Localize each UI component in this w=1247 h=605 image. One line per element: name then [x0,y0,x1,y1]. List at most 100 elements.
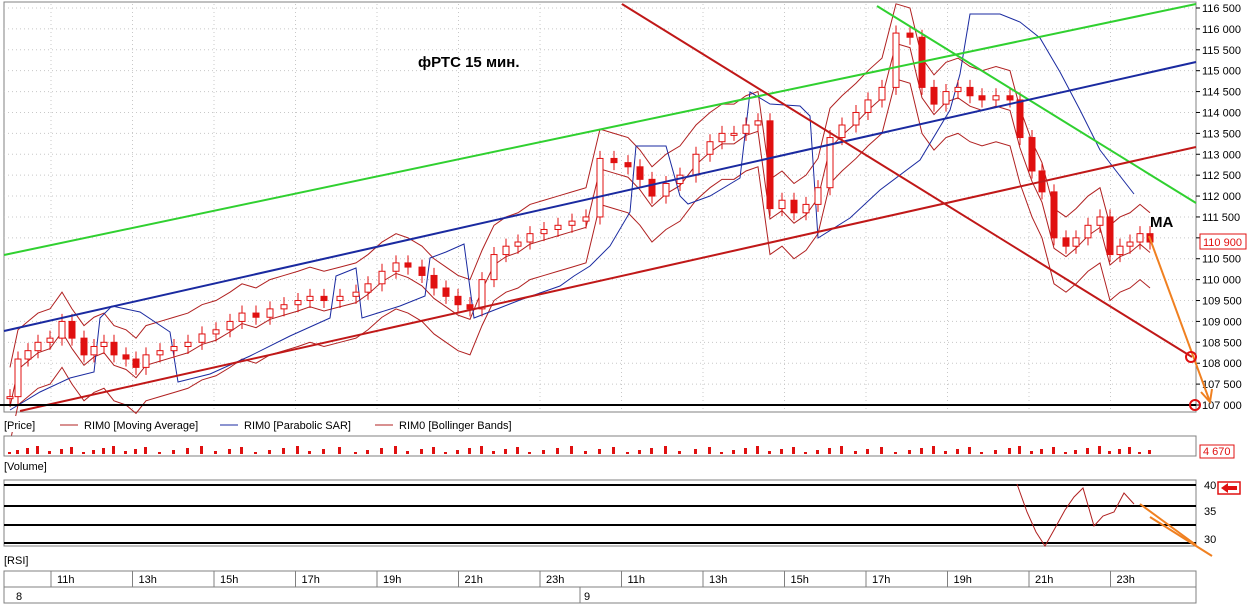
hour-label: 21h [465,574,483,586]
candle-body [24,350,32,360]
candle-body [864,99,872,113]
volume-bar [394,446,397,454]
candle-body [706,141,714,155]
candle-body [80,337,88,356]
volume-bar [60,449,63,454]
volume-bar [980,452,983,454]
candle-body [1050,191,1058,239]
candle-body [122,354,130,360]
volume-bar [1064,452,1067,454]
candle-body [992,95,1000,101]
rsi-tick-35: 35 [1204,506,1216,518]
candle-body [1028,137,1036,172]
hour-label: 15h [220,574,238,586]
volume-bar [542,450,545,454]
volume-bar [1148,450,1151,454]
candle-body [1084,224,1092,239]
hour-label: 23h [546,574,564,586]
candle-body [294,300,302,306]
candle-body [582,216,590,222]
candle-body [954,86,962,93]
volume-bar [16,450,19,454]
candle-body [718,132,726,143]
volume-bar [82,452,85,454]
candle-body [930,86,938,105]
candle-body [212,329,220,335]
day-axis [3,586,1197,604]
volume-bar [1098,446,1101,454]
candle-body [280,304,288,310]
volume-bar [638,450,641,454]
candle-body [802,203,810,214]
volume-label: [Volume] [4,461,47,473]
price-tick: 110 000 [1202,275,1241,287]
candle-body [478,279,486,310]
volume-bar [492,451,495,454]
volume-bar [956,449,959,454]
candle-body [1072,237,1080,247]
volume-bar [708,447,711,454]
candle-body [466,304,474,310]
hour-label: 17h [302,574,320,586]
candle-body [742,124,750,134]
candle-body [852,111,860,126]
candle-body [6,396,14,400]
day-label-9: 9 [584,591,590,603]
price-tick: 116 500 [1202,3,1241,15]
volume-bar [504,449,507,454]
candle-body [100,341,108,347]
candle-body [226,320,234,331]
volume-bar [48,451,51,454]
volume-bar [612,447,615,454]
hour-label: 11h [57,574,75,586]
volume-bar [366,450,369,454]
volume-bar [908,450,911,454]
price-tick: 109 000 [1202,316,1242,328]
candle-body [306,295,314,302]
time-axis [3,570,1197,588]
volume-bar [1052,447,1055,454]
candle-body [442,287,450,297]
candle-body [404,262,412,268]
price-tick: 114 500 [1202,87,1241,99]
volume-bar [664,446,667,454]
price-tick: 113 000 [1202,149,1241,161]
price-tick: 107 500 [1202,379,1242,391]
hour-label: 15h [791,574,809,586]
candle-body [1116,245,1124,256]
volume-bar [1138,452,1141,454]
rsi-tick-40: 40 [1204,480,1216,492]
candle-body [184,341,192,347]
legend-sar: RIM0 [Parabolic SAR] [244,420,351,432]
price-tick: 109 500 [1202,296,1242,308]
volume-bar [308,451,311,454]
day-label-8: 8 [16,591,22,603]
volume-bar [720,452,723,454]
volume-bar [1118,449,1121,454]
volume-bar [134,449,137,454]
volume-bar [480,446,483,454]
volume-bar [1108,451,1111,454]
candle-body [1062,237,1070,247]
hour-label: 19h [383,574,401,586]
price-tag: 110 900 [1203,237,1242,249]
price-tick: 114 000 [1202,107,1241,119]
volume-bar [296,446,299,454]
volume-bar [420,449,423,454]
volume-bar [112,446,115,454]
candle-body [1006,95,1014,101]
volume-bar [556,448,559,454]
volume-bar [968,447,971,454]
candle-body [754,120,762,126]
candle-body [540,228,548,235]
volume-bar [780,449,783,454]
volume-bar [8,452,11,454]
candle-body [198,333,206,343]
volume-bar [92,450,95,454]
rsi-panel [3,479,1197,547]
price-axis: 116 500 116 000 115 500 115 000 114 500 114 0… [1196,3,1242,412]
hour-label: 17h [872,574,890,586]
hour-label: 23h [1117,574,1135,586]
volume-bar [768,451,771,454]
candle-body [790,199,798,214]
